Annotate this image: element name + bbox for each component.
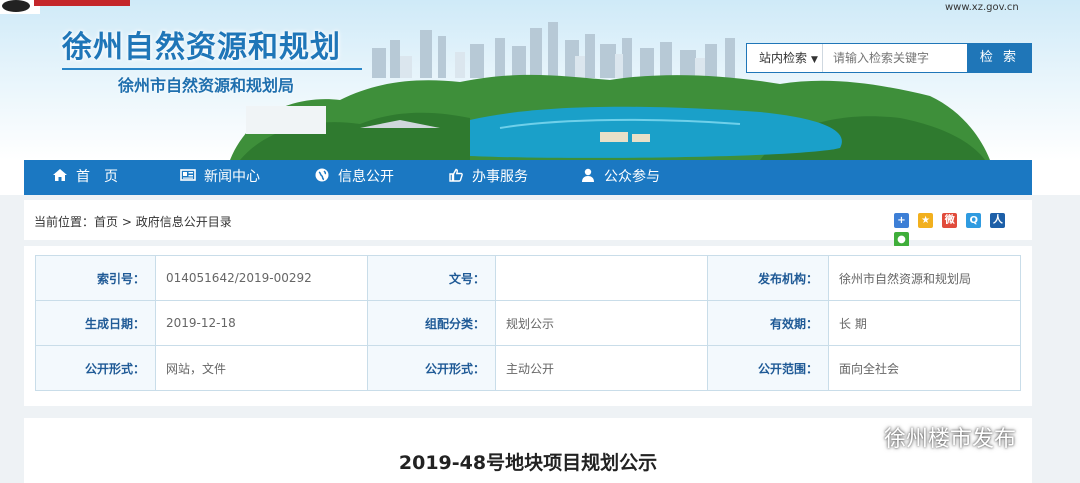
site-title: 徐州自然资源和规划 — [62, 30, 341, 65]
search-input[interactable] — [823, 44, 967, 72]
creation-date-label: 生成日期： — [35, 300, 156, 346]
thumbs-up-icon — [449, 168, 463, 182]
index-number-value: 014051642/2019-00292 — [155, 255, 368, 301]
nav-item-label: 信息公开 — [338, 169, 394, 185]
table-row: 公开形式： 网站，文件 公开形式： 主动公开 公开范围： 面向全社会 — [35, 345, 1021, 391]
nav-item-label: 首 页 — [76, 169, 118, 185]
nav-item-services[interactable]: 办事服务 — [448, 160, 528, 195]
site-subtitle: 徐州市自然资源和规划局 — [118, 76, 295, 95]
metadata-panel: 索引号： 014051642/2019-00292 文号： 发布机构： 徐州市自… — [24, 246, 1032, 406]
plus-share-icon[interactable]: + — [894, 213, 909, 228]
search-scope-select[interactable]: 站内检索 ▼ — [747, 44, 823, 72]
header-banner: 徐州自然资源和规划 徐州市自然资源和规划局 www.xz.gov.cn 站内检索… — [0, 0, 1080, 160]
gov-portal-url[interactable]: www.xz.gov.cn — [945, 2, 1019, 13]
nav-item-label: 办事服务 — [472, 169, 528, 185]
breadcrumb-prefix: 当前位置： — [34, 215, 95, 229]
document-number-value — [495, 255, 708, 301]
table-row: 索引号： 014051642/2019-00292 文号： 发布机构： 徐州市自… — [35, 255, 1021, 301]
category-label: 组配分类： — [367, 300, 496, 346]
nav-item-label: 公众参与 — [604, 169, 660, 185]
publisher-value: 徐州市自然资源和规划局 — [828, 255, 1021, 301]
disclosure-scope-label: 公开范围： — [707, 345, 829, 391]
nav-item-participation[interactable]: 公众参与 — [580, 160, 660, 195]
chevron-down-icon: ▼ — [811, 55, 818, 65]
search-box: 站内检索▼ 检 索 — [746, 43, 1032, 73]
search-scope-label: 站内检索 — [759, 51, 808, 65]
title-underline — [62, 68, 362, 70]
home-icon — [53, 169, 67, 181]
validity-value: 长 期 — [828, 300, 1021, 346]
validity-label: 有效期： — [707, 300, 829, 346]
nav-item-label: 新闻中心 — [204, 169, 260, 185]
disclosure-mode-value: 主动公开 — [495, 345, 708, 391]
disclosure-form-value: 网站，文件 — [155, 345, 368, 391]
creation-date-value: 2019-12-18 — [155, 300, 368, 346]
breadcrumb-current[interactable]: 政府信息公开目录 — [136, 215, 232, 229]
wechat-share-icon[interactable]: ● — [894, 232, 909, 247]
nav-item-news[interactable]: 新闻中心 — [180, 160, 260, 195]
breadcrumb-home-link[interactable]: 首页 — [94, 215, 118, 229]
share-toolbar: + ★ 微 Q 人 ● — [894, 213, 1032, 247]
document-number-label: 文号： — [367, 255, 496, 301]
nav-item-home[interactable]: 首 页 — [52, 160, 118, 195]
wechat-watermark-icon — [847, 425, 879, 449]
disclosure-mode-label: 公开形式： — [367, 345, 496, 391]
nav-item-info-disclosure[interactable]: 信息公开 — [314, 160, 394, 195]
disclosure-form-label: 公开形式： — [35, 345, 156, 391]
renren-share-icon[interactable]: 人 — [990, 213, 1006, 228]
metadata-table: 索引号： 014051642/2019-00292 文号： 发布机构： 徐州市自… — [35, 255, 1021, 391]
main-nav: 首 页 新闻中心 信息公开 办事服务 公众参与 — [24, 160, 1032, 195]
weibo-share-icon[interactable]: 微 — [942, 213, 958, 228]
breadcrumb-separator: > — [118, 215, 136, 229]
qzone-share-icon[interactable]: Q — [966, 213, 982, 228]
gov-portal-logo[interactable] — [0, 0, 130, 16]
table-row: 生成日期： 2019-12-18 组配分类： 规划公示 有效期： 长 期 — [35, 300, 1021, 346]
breadcrumb: 当前位置：首页 > 政府信息公开目录 — [34, 213, 232, 230]
search-button[interactable]: 检 索 — [967, 43, 1032, 73]
newspaper-icon — [180, 169, 196, 181]
category-value: 规划公示 — [495, 300, 708, 346]
publisher-label: 发布机构： — [707, 255, 829, 301]
user-icon — [582, 168, 594, 182]
watermark: 徐州楼市发布 — [846, 421, 1016, 453]
globe-icon — [315, 168, 329, 182]
star-share-icon[interactable]: ★ — [918, 213, 934, 228]
breadcrumb-bar: 当前位置：首页 > 政府信息公开目录 + ★ 微 Q 人 ● — [24, 200, 1032, 247]
watermark-text: 徐州楼市发布 — [884, 427, 1017, 452]
disclosure-scope-value: 面向全社会 — [828, 345, 1021, 391]
index-number-label: 索引号： — [35, 255, 156, 301]
